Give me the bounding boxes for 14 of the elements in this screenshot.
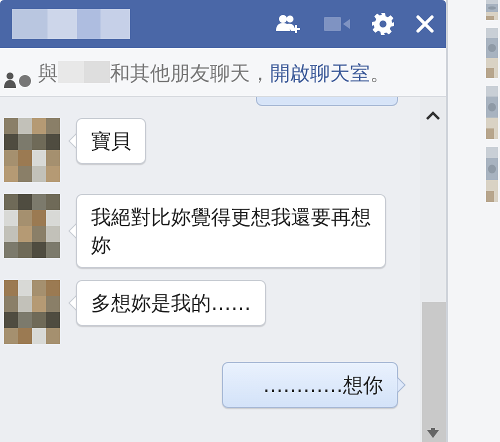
video-camera-icon	[324, 16, 350, 32]
chat-notice: 與 和其他朋友聊天，開啟聊天室。	[38, 60, 390, 87]
scrollbar[interactable]	[420, 97, 446, 442]
scroll-up-icon[interactable]	[426, 111, 440, 120]
scroll-down-icon[interactable]	[427, 428, 439, 438]
settings-button[interactable]	[372, 13, 394, 35]
add-friend-button[interactable]	[276, 14, 302, 34]
group-chat-icon	[4, 72, 32, 88]
close-button[interactable]	[416, 15, 434, 33]
bubble-tail	[397, 377, 406, 393]
settings-icon	[372, 13, 394, 35]
open-chat-link[interactable]: 開啟聊天室	[270, 61, 370, 85]
close-icon	[416, 15, 434, 33]
add-friend-icon	[276, 14, 302, 34]
